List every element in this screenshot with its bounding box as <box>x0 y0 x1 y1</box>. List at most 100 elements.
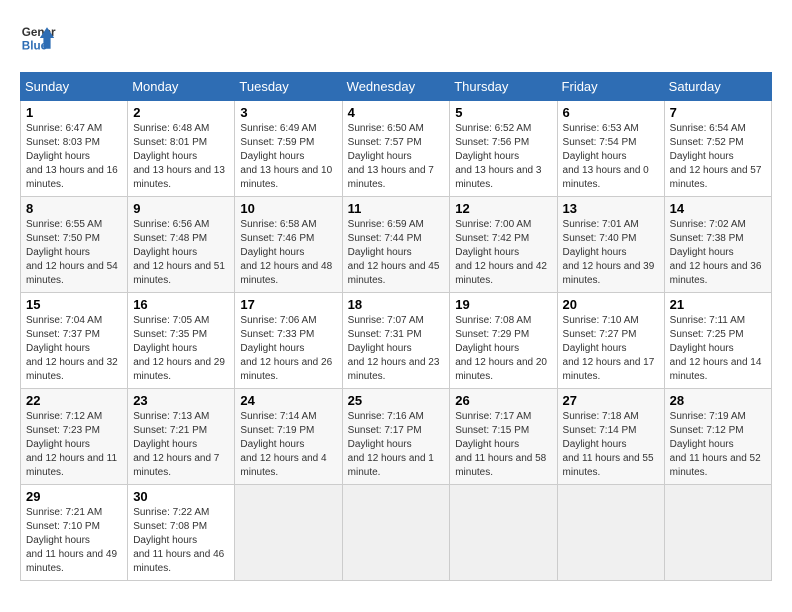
weekday-header-row: SundayMondayTuesdayWednesdayThursdayFrid… <box>21 73 772 101</box>
calendar-cell <box>664 485 771 581</box>
day-number: 23 <box>133 393 229 408</box>
day-number: 24 <box>240 393 336 408</box>
day-info: Sunrise: 6:47 AMSunset: 8:03 PMDaylight … <box>26 122 122 192</box>
day-number: 13 <box>563 201 659 216</box>
day-info: Sunrise: 6:48 AMSunset: 8:01 PMDaylight … <box>133 122 229 192</box>
calendar-cell: 22 Sunrise: 7:12 AMSunset: 7:23 PMDayligh… <box>21 389 128 485</box>
calendar-cell: 14 Sunrise: 7:02 AMSunset: 7:38 PMDayligh… <box>664 197 771 293</box>
calendar-cell <box>557 485 664 581</box>
calendar-cell: 25 Sunrise: 7:16 AMSunset: 7:17 PMDayligh… <box>342 389 450 485</box>
day-number: 27 <box>563 393 659 408</box>
day-info: Sunrise: 7:19 AMSunset: 7:12 PMDaylight … <box>670 410 766 480</box>
day-info: Sunrise: 7:06 AMSunset: 7:33 PMDaylight … <box>240 314 336 384</box>
calendar-cell: 15 Sunrise: 7:04 AMSunset: 7:37 PMDayligh… <box>21 293 128 389</box>
day-info: Sunrise: 7:13 AMSunset: 7:21 PMDaylight … <box>133 410 229 480</box>
calendar-cell: 13 Sunrise: 7:01 AMSunset: 7:40 PMDayligh… <box>557 197 664 293</box>
day-number: 3 <box>240 105 336 120</box>
calendar-cell: 23 Sunrise: 7:13 AMSunset: 7:21 PMDayligh… <box>128 389 235 485</box>
day-info: Sunrise: 7:18 AMSunset: 7:14 PMDaylight … <box>563 410 659 480</box>
calendar-week-row: 22 Sunrise: 7:12 AMSunset: 7:23 PMDayligh… <box>21 389 772 485</box>
day-number: 19 <box>455 297 551 312</box>
day-number: 8 <box>26 201 122 216</box>
day-number: 11 <box>348 201 445 216</box>
calendar-cell <box>235 485 342 581</box>
day-number: 5 <box>455 105 551 120</box>
calendar-cell: 29 Sunrise: 7:21 AMSunset: 7:10 PMDayligh… <box>21 485 128 581</box>
logo-icon: General Blue <box>20 20 56 56</box>
day-number: 1 <box>26 105 122 120</box>
day-number: 4 <box>348 105 445 120</box>
day-info: Sunrise: 7:21 AMSunset: 7:10 PMDaylight … <box>26 506 122 576</box>
day-info: Sunrise: 6:53 AMSunset: 7:54 PMDaylight … <box>563 122 659 192</box>
day-number: 15 <box>26 297 122 312</box>
calendar-week-row: 8 Sunrise: 6:55 AMSunset: 7:50 PMDaylight… <box>21 197 772 293</box>
day-info: Sunrise: 7:02 AMSunset: 7:38 PMDaylight … <box>670 218 766 288</box>
weekday-header-tuesday: Tuesday <box>235 73 342 101</box>
day-info: Sunrise: 7:04 AMSunset: 7:37 PMDaylight … <box>26 314 122 384</box>
day-number: 6 <box>563 105 659 120</box>
header: General Blue <box>20 20 772 56</box>
day-info: Sunrise: 7:07 AMSunset: 7:31 PMDaylight … <box>348 314 445 384</box>
calendar-cell: 7Sunrise: 6:54 AMSunset: 7:52 PMDaylight… <box>664 101 771 197</box>
day-number: 26 <box>455 393 551 408</box>
day-info: Sunrise: 6:54 AMSunset: 7:52 PMDaylight … <box>670 122 766 192</box>
day-number: 18 <box>348 297 445 312</box>
weekday-header-thursday: Thursday <box>450 73 557 101</box>
calendar-cell: 27 Sunrise: 7:18 AMSunset: 7:14 PMDayligh… <box>557 389 664 485</box>
calendar-cell: 2Sunrise: 6:48 AMSunset: 8:01 PMDaylight… <box>128 101 235 197</box>
calendar-cell: 30Sunrise: 7:22 AMSunset: 7:08 PMDayligh… <box>128 485 235 581</box>
calendar-cell: 8 Sunrise: 6:55 AMSunset: 7:50 PMDaylight… <box>21 197 128 293</box>
calendar-cell: 28Sunrise: 7:19 AMSunset: 7:12 PMDayligh… <box>664 389 771 485</box>
calendar-cell: 16 Sunrise: 7:05 AMSunset: 7:35 PMDayligh… <box>128 293 235 389</box>
day-info: Sunrise: 6:50 AMSunset: 7:57 PMDaylight … <box>348 122 445 192</box>
day-info: Sunrise: 7:14 AMSunset: 7:19 PMDaylight … <box>240 410 336 480</box>
day-info: Sunrise: 7:11 AMSunset: 7:25 PMDaylight … <box>670 314 766 384</box>
day-number: 12 <box>455 201 551 216</box>
calendar-table: SundayMondayTuesdayWednesdayThursdayFrid… <box>20 72 772 581</box>
weekday-header-wednesday: Wednesday <box>342 73 450 101</box>
day-info: Sunrise: 6:55 AMSunset: 7:50 PMDaylight … <box>26 218 122 288</box>
day-info: Sunrise: 6:56 AMSunset: 7:48 PMDaylight … <box>133 218 229 288</box>
day-info: Sunrise: 6:52 AMSunset: 7:56 PMDaylight … <box>455 122 551 192</box>
day-number: 10 <box>240 201 336 216</box>
weekday-header-friday: Friday <box>557 73 664 101</box>
weekday-header-monday: Monday <box>128 73 235 101</box>
day-info: Sunrise: 7:05 AMSunset: 7:35 PMDaylight … <box>133 314 229 384</box>
calendar-cell: 24 Sunrise: 7:14 AMSunset: 7:19 PMDayligh… <box>235 389 342 485</box>
day-info: Sunrise: 6:59 AMSunset: 7:44 PMDaylight … <box>348 218 445 288</box>
calendar-cell: 3 Sunrise: 6:49 AMSunset: 7:59 PMDaylight… <box>235 101 342 197</box>
calendar-cell: 20 Sunrise: 7:10 AMSunset: 7:27 PMDayligh… <box>557 293 664 389</box>
calendar-week-row: 1 Sunrise: 6:47 AMSunset: 8:03 PMDaylight… <box>21 101 772 197</box>
calendar-cell: 6 Sunrise: 6:53 AMSunset: 7:54 PMDaylight… <box>557 101 664 197</box>
day-info: Sunrise: 7:08 AMSunset: 7:29 PMDaylight … <box>455 314 551 384</box>
day-info: Sunrise: 7:22 AMSunset: 7:08 PMDaylight … <box>133 506 229 576</box>
calendar-cell: 1 Sunrise: 6:47 AMSunset: 8:03 PMDaylight… <box>21 101 128 197</box>
day-number: 14 <box>670 201 766 216</box>
day-number: 20 <box>563 297 659 312</box>
day-number: 9 <box>133 201 229 216</box>
weekday-header-sunday: Sunday <box>21 73 128 101</box>
day-info: Sunrise: 6:58 AMSunset: 7:46 PMDaylight … <box>240 218 336 288</box>
day-info: Sunrise: 7:12 AMSunset: 7:23 PMDaylight … <box>26 410 122 480</box>
logo: General Blue <box>20 20 56 56</box>
day-info: Sunrise: 7:16 AMSunset: 7:17 PMDaylight … <box>348 410 445 480</box>
calendar-cell: 21 Sunrise: 7:11 AMSunset: 7:25 PMDayligh… <box>664 293 771 389</box>
calendar-cell: 4 Sunrise: 6:50 AMSunset: 7:57 PMDaylight… <box>342 101 450 197</box>
day-info: Sunrise: 7:01 AMSunset: 7:40 PMDaylight … <box>563 218 659 288</box>
calendar-cell <box>450 485 557 581</box>
calendar-cell: 9 Sunrise: 6:56 AMSunset: 7:48 PMDaylight… <box>128 197 235 293</box>
day-info: Sunrise: 7:10 AMSunset: 7:27 PMDaylight … <box>563 314 659 384</box>
day-number: 16 <box>133 297 229 312</box>
calendar-cell: 5 Sunrise: 6:52 AMSunset: 7:56 PMDaylight… <box>450 101 557 197</box>
calendar-cell: 10 Sunrise: 6:58 AMSunset: 7:46 PMDayligh… <box>235 197 342 293</box>
day-number: 21 <box>670 297 766 312</box>
day-number: 22 <box>26 393 122 408</box>
day-number: 29 <box>26 489 122 504</box>
calendar-cell: 19 Sunrise: 7:08 AMSunset: 7:29 PMDayligh… <box>450 293 557 389</box>
day-number: 25 <box>348 393 445 408</box>
calendar-cell: 17Sunrise: 7:06 AMSunset: 7:33 PMDayligh… <box>235 293 342 389</box>
day-info: Sunrise: 6:49 AMSunset: 7:59 PMDaylight … <box>240 122 336 192</box>
calendar-cell <box>342 485 450 581</box>
day-info: Sunrise: 7:00 AMSunset: 7:42 PMDaylight … <box>455 218 551 288</box>
calendar-week-row: 15 Sunrise: 7:04 AMSunset: 7:37 PMDayligh… <box>21 293 772 389</box>
